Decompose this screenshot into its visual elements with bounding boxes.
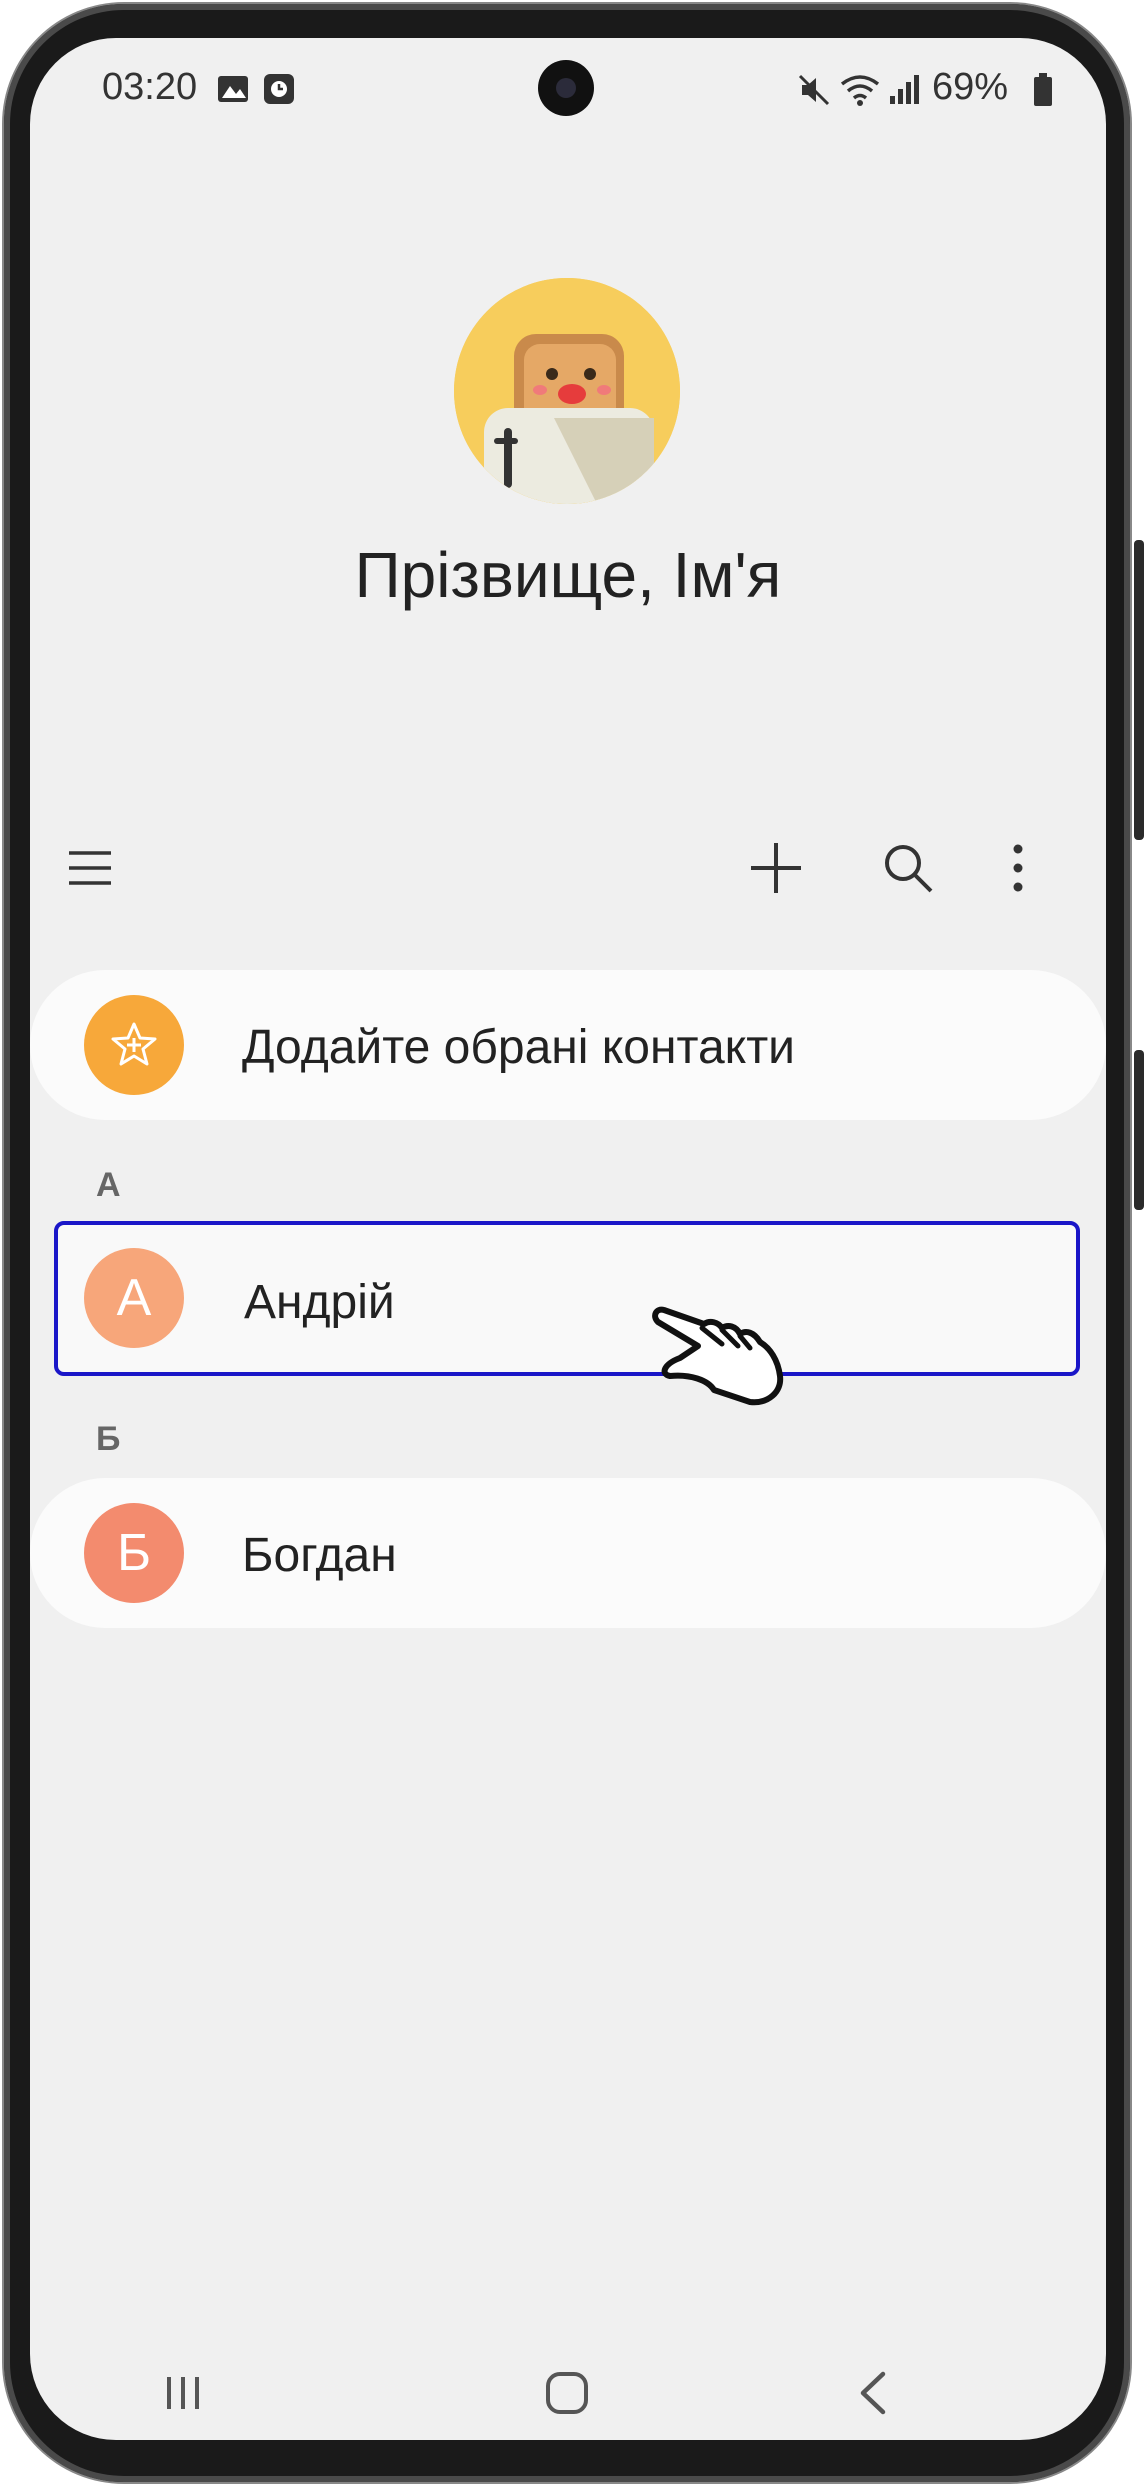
status-bar: 03:20 69% xyxy=(30,38,1106,134)
add-icon[interactable] xyxy=(746,838,806,898)
contact-name: Андрій xyxy=(244,1276,395,1329)
screen: 03:20 69% Прізвище, Ім'я Додайте обрані … xyxy=(30,38,1106,2440)
tap-hand-icon xyxy=(650,1298,790,1413)
search-icon[interactable] xyxy=(878,838,938,898)
home-icon[interactable] xyxy=(532,2358,602,2428)
more-icon[interactable] xyxy=(988,838,1048,898)
status-time: 03:20 xyxy=(102,66,198,108)
menu-icon[interactable] xyxy=(60,838,120,898)
battery-percent: 69% xyxy=(932,66,1009,108)
profile-avatar[interactable] xyxy=(454,278,680,504)
profile-name[interactable]: Прізвище, Ім'я xyxy=(30,538,1106,612)
section-header-a: А xyxy=(96,1166,121,1204)
contact-item-bohdan[interactable]: Б Богдан xyxy=(30,1478,1106,1628)
star-icon xyxy=(111,1022,157,1066)
favorites-avatar xyxy=(84,995,184,1095)
back-icon[interactable] xyxy=(838,2358,908,2428)
gallery-icon xyxy=(216,72,250,111)
signal-icon xyxy=(886,72,922,113)
volume-button xyxy=(1134,540,1144,840)
contact-avatar: Б xyxy=(84,1503,184,1603)
section-header-b: Б xyxy=(96,1420,121,1458)
toolbar xyxy=(30,818,1106,918)
front-camera xyxy=(538,60,594,116)
add-favorites-card[interactable]: Додайте обрані контакти xyxy=(30,970,1106,1120)
recents-icon[interactable] xyxy=(148,2358,218,2428)
clock-app-icon xyxy=(262,72,296,111)
add-favorites-label: Додайте обрані контакти xyxy=(242,1021,795,1074)
wifi-icon xyxy=(838,72,882,113)
contact-item-andrii[interactable]: А Андрій xyxy=(54,1221,1080,1376)
toaster-avatar-icon xyxy=(454,278,680,504)
navigation-bar xyxy=(30,2338,1106,2438)
mute-icon xyxy=(796,72,832,113)
contact-avatar: А xyxy=(84,1248,184,1348)
power-button xyxy=(1134,1050,1144,1210)
battery-icon xyxy=(1032,72,1054,113)
contact-name: Богдан xyxy=(242,1529,397,1582)
